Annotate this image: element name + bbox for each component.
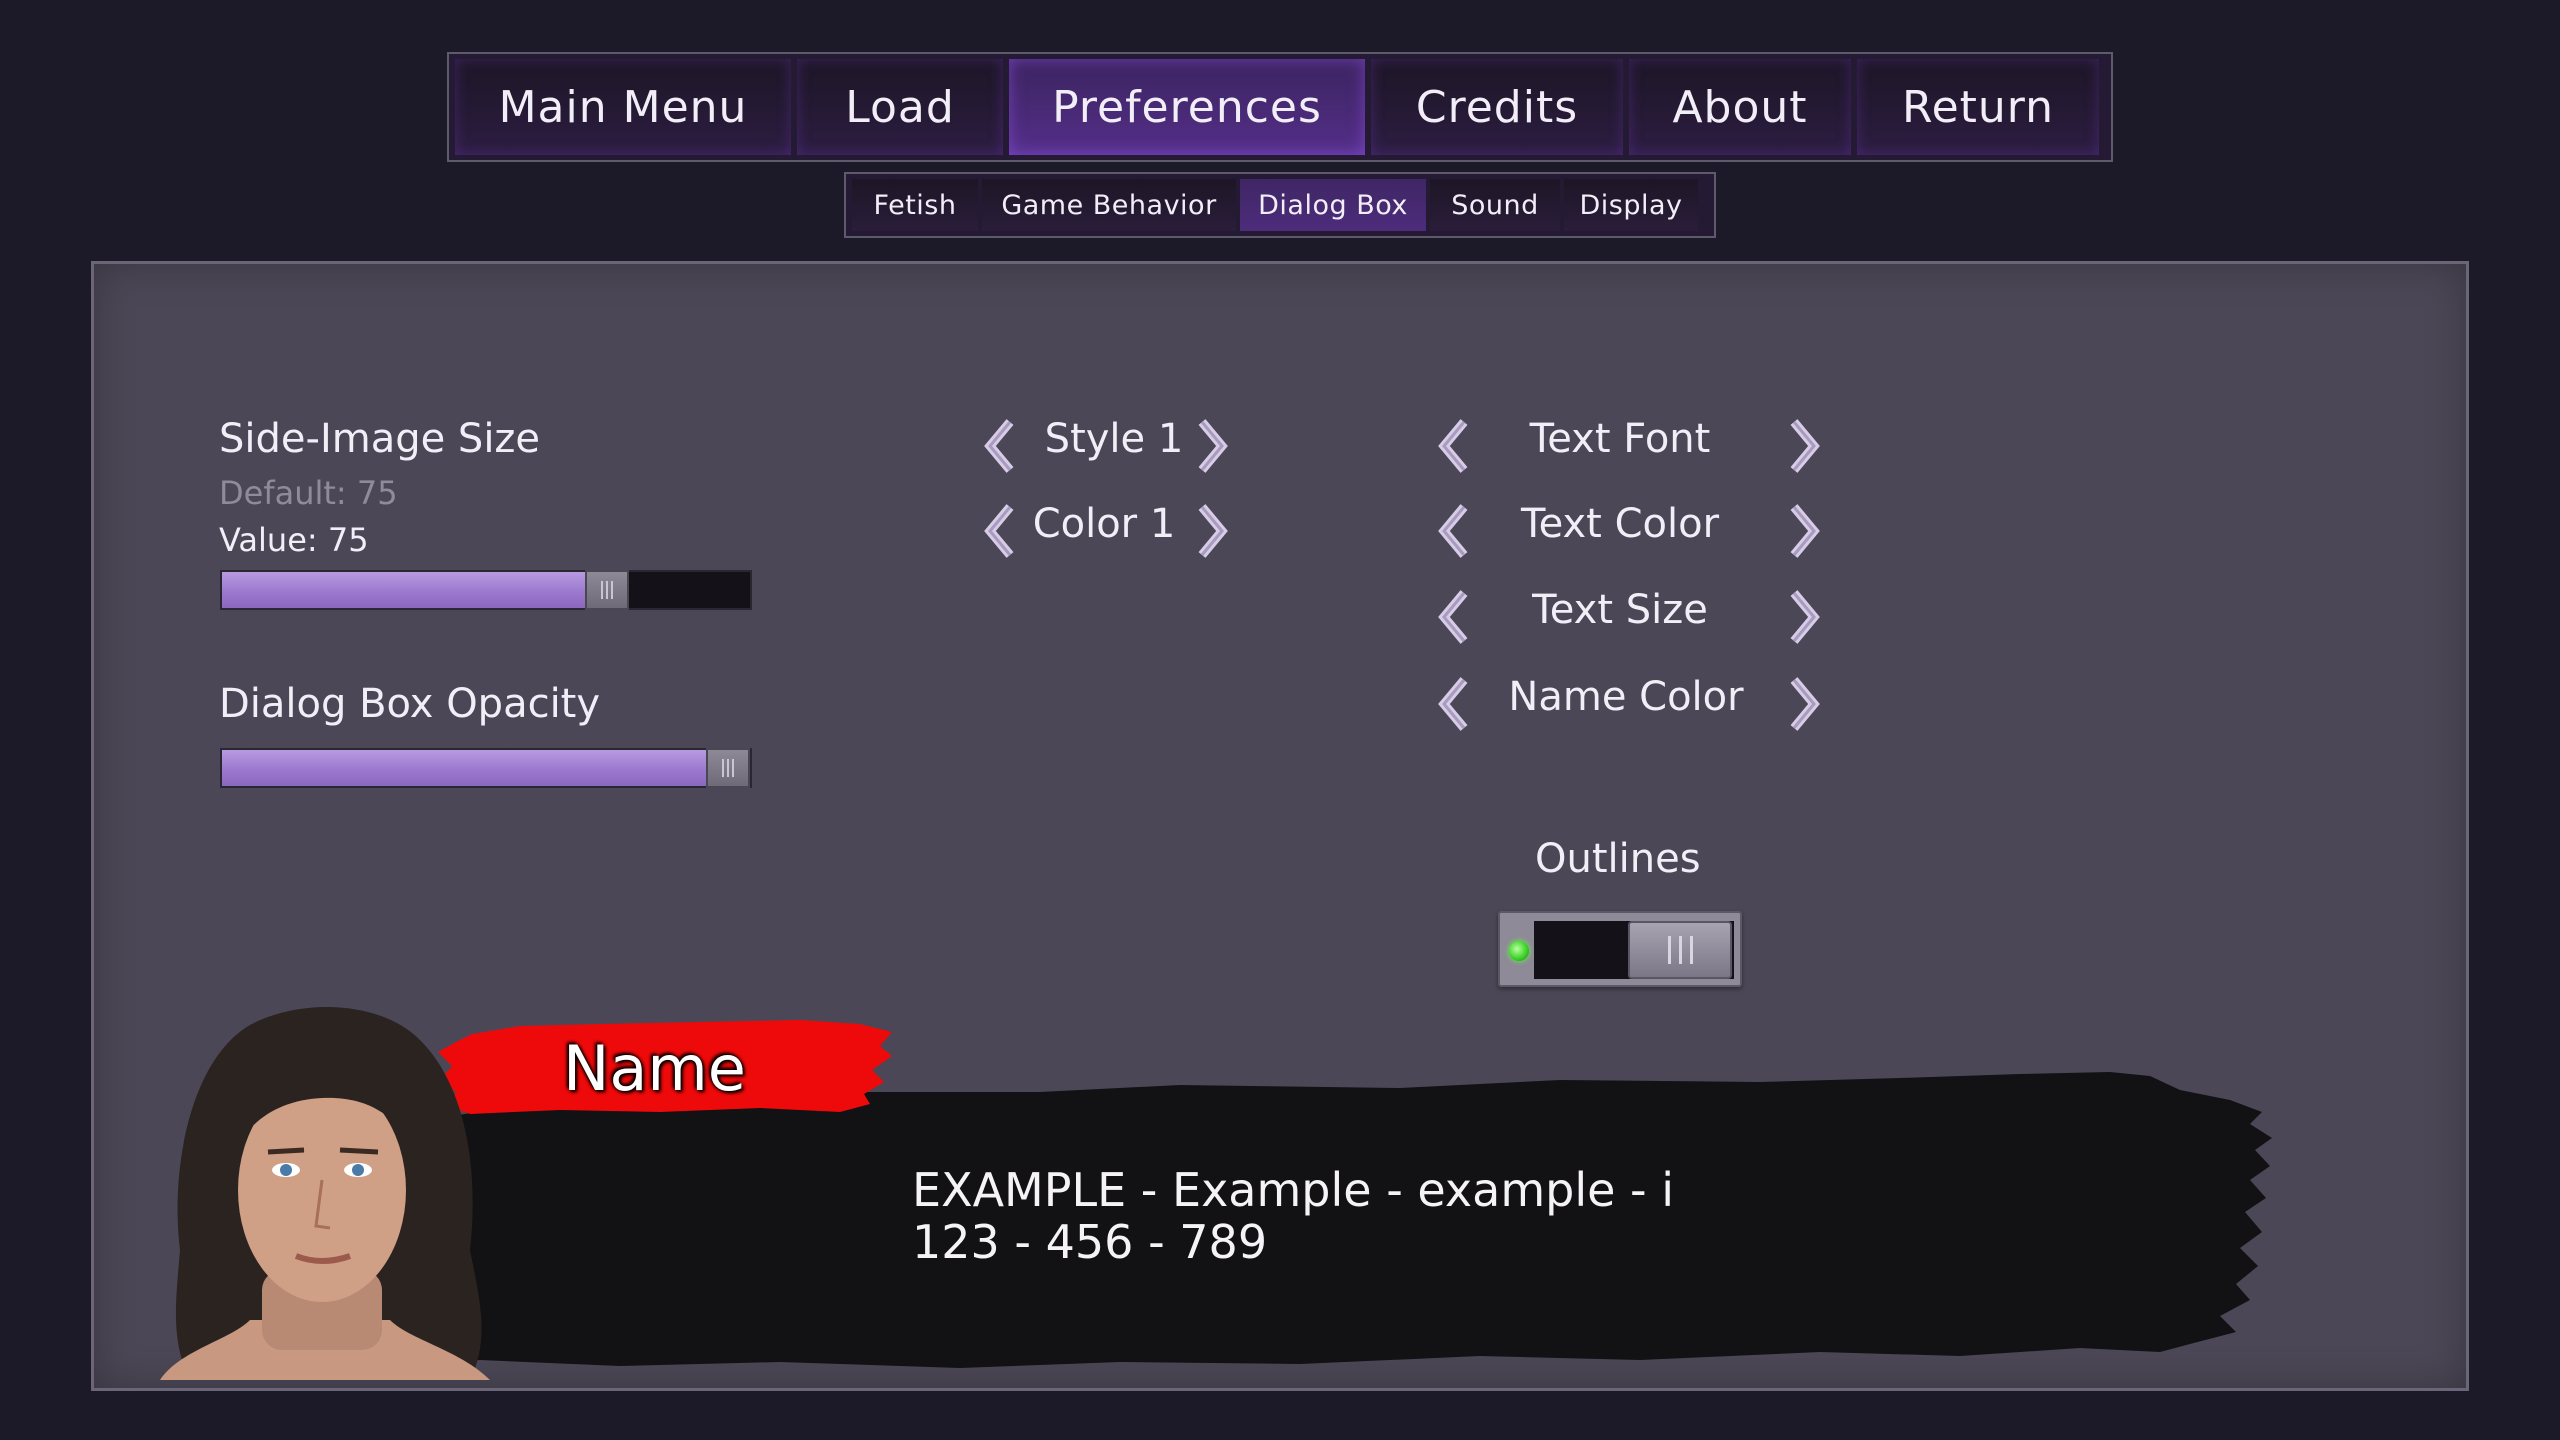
name-color-next-arrow-icon[interactable]: [1782, 676, 1826, 732]
side-image-size-title: Side-Image Size: [219, 416, 541, 462]
style-prev-arrow-icon[interactable]: [978, 418, 1022, 474]
subtab-dialog-box[interactable]: Dialog Box: [1240, 179, 1426, 231]
slider-fill: [222, 572, 587, 608]
style-selector-label: Style 1: [1044, 416, 1184, 462]
text-font-next-arrow-icon[interactable]: [1782, 418, 1826, 474]
speaker-name-label: Name: [563, 1032, 746, 1105]
outlines-toggle[interactable]: [1498, 911, 1742, 987]
text-size-label: Text Size: [1532, 587, 1708, 633]
text-font-label: Text Font: [1529, 416, 1711, 462]
name-color-prev-arrow-icon[interactable]: [1432, 676, 1476, 732]
tab-main-menu[interactable]: Main Menu: [455, 59, 791, 155]
side-image-value-label: Value: 75: [219, 521, 369, 559]
color-next-arrow-icon[interactable]: [1190, 503, 1234, 559]
main-nav: Main Menu Load Preferences Credits About…: [447, 52, 2113, 162]
tab-credits[interactable]: Credits: [1371, 59, 1623, 155]
toggle-on-indicator-icon: [1509, 941, 1529, 961]
side-image-size-slider[interactable]: [220, 570, 752, 610]
subtab-fetish[interactable]: Fetish: [852, 179, 978, 231]
dialog-sample-text: EXAMPLE - Example - example - i 123 - 45…: [912, 1164, 1674, 1268]
style-next-arrow-icon[interactable]: [1190, 418, 1234, 474]
side-image-default-label: Default: 75: [219, 474, 398, 512]
dialog-sample-line-1: EXAMPLE - Example - example - i: [912, 1163, 1675, 1217]
tab-return[interactable]: Return: [1857, 59, 2099, 155]
text-color-next-arrow-icon[interactable]: [1782, 503, 1826, 559]
dialog-sample-line-2: 123 - 456 - 789: [912, 1215, 1268, 1269]
toggle-knob[interactable]: [1628, 921, 1732, 979]
subtab-game-behavior[interactable]: Game Behavior: [982, 179, 1236, 231]
dialog-box-opacity-title: Dialog Box Opacity: [219, 681, 601, 727]
text-color-label: Text Color: [1520, 501, 1720, 547]
slider-thumb[interactable]: [585, 570, 629, 610]
preferences-subnav: Fetish Game Behavior Dialog Box Sound Di…: [844, 172, 1716, 238]
slider-thumb[interactable]: [706, 748, 750, 788]
text-size-next-arrow-icon[interactable]: [1782, 589, 1826, 645]
subtab-sound[interactable]: Sound: [1430, 179, 1560, 231]
tab-load[interactable]: Load: [797, 59, 1003, 155]
tab-about[interactable]: About: [1629, 59, 1851, 155]
subtab-display[interactable]: Display: [1564, 179, 1698, 231]
tab-preferences[interactable]: Preferences: [1009, 59, 1365, 155]
slider-fill: [222, 750, 708, 786]
dialog-box-opacity-slider[interactable]: [220, 748, 752, 788]
color-selector-label: Color 1: [1032, 501, 1176, 547]
outlines-title: Outlines: [1535, 836, 1701, 882]
name-color-label: Name Color: [1508, 674, 1744, 720]
